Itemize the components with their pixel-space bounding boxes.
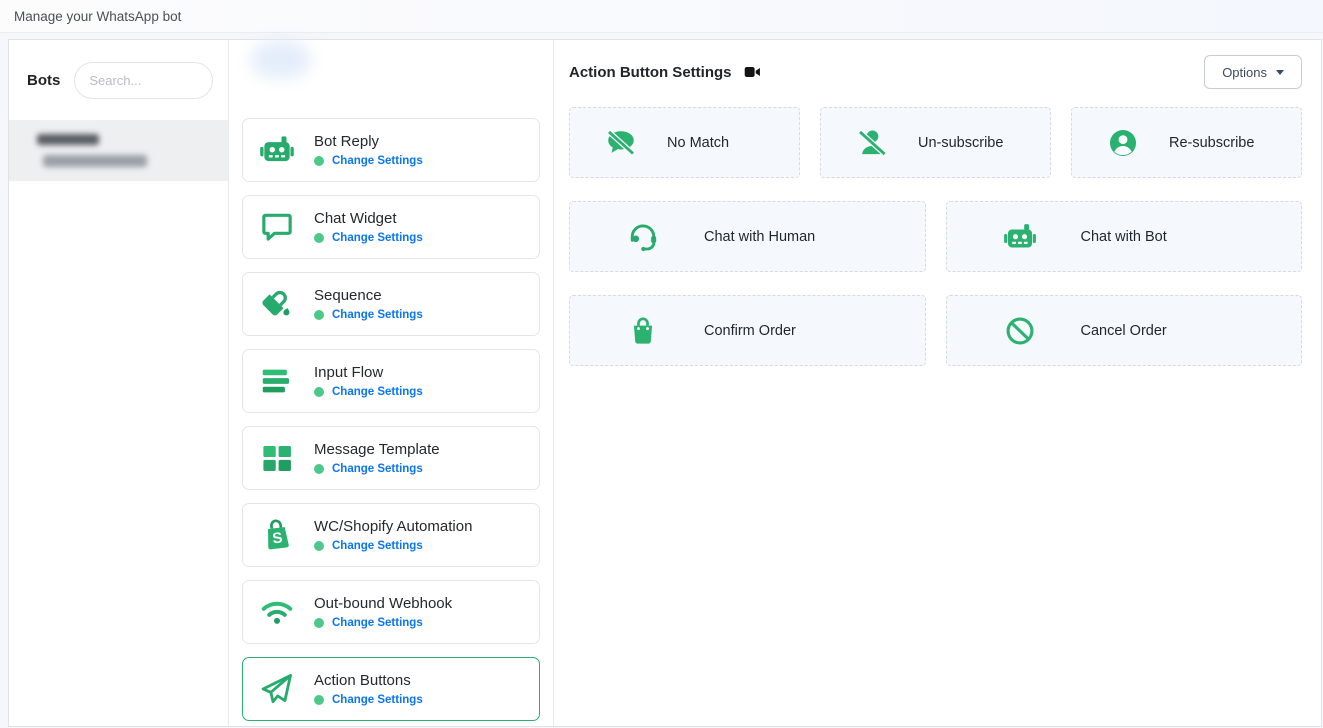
module-card-message-template[interactable]: Message Template Change Settings: [242, 426, 540, 490]
status-dot: [314, 156, 324, 166]
module-card-outbound-webhook[interactable]: Out-bound Webhook Change Settings: [242, 580, 540, 644]
module-card-bot-reply[interactable]: Bot Reply Change Settings: [242, 118, 540, 182]
action-label: Re-subscribe: [1169, 135, 1254, 151]
video-camera-icon[interactable]: [744, 65, 761, 79]
change-settings-link[interactable]: Change Settings: [332, 232, 423, 244]
robot-icon: [1002, 219, 1038, 255]
user-circle-icon: [1105, 125, 1141, 161]
action-card-unsubscribe[interactable]: Un-subscribe: [820, 107, 1051, 178]
module-title: Bot Reply: [314, 133, 423, 150]
status-dot: [314, 233, 324, 243]
top-bar: Manage your WhatsApp bot: [0, 0, 1323, 33]
module-card-input-flow[interactable]: Input Flow Change Settings: [242, 349, 540, 413]
redacted-blob: [251, 40, 311, 78]
module-title: Input Flow: [314, 364, 423, 381]
action-card-chat-with-bot[interactable]: Chat with Bot: [946, 201, 1303, 272]
module-title: Out-bound Webhook: [314, 595, 452, 612]
wifi-icon: [257, 592, 297, 632]
comment-slash-icon: [603, 125, 639, 161]
redacted-bot-phone: [43, 155, 147, 167]
panel-header: Action Button Settings Options: [569, 54, 1302, 90]
action-card-no-match[interactable]: No Match: [569, 107, 800, 178]
headset-icon: [625, 219, 661, 255]
shopify-bag-icon: S: [257, 515, 297, 555]
action-button-settings-panel: Action Button Settings Options No Match: [554, 40, 1321, 726]
paper-plane-icon: [257, 669, 297, 709]
action-label: Cancel Order: [1081, 323, 1167, 339]
status-dot: [314, 541, 324, 551]
change-settings-link[interactable]: Change Settings: [332, 155, 423, 167]
status-dot: [314, 387, 324, 397]
action-buttons-grid: No Match Un-subscribe Re-subscribe: [569, 107, 1302, 366]
shopping-bag-icon: [625, 313, 661, 349]
change-settings-link[interactable]: Change Settings: [332, 386, 423, 398]
module-title: WC/Shopify Automation: [314, 518, 472, 535]
selected-bot-item[interactable]: [9, 121, 228, 181]
robot-icon: [257, 130, 297, 170]
main-panel: Bots Bot Reply Change Settings: [8, 39, 1322, 727]
ban-icon: [1002, 313, 1038, 349]
svg-text:S: S: [271, 529, 283, 547]
status-dot: [314, 464, 324, 474]
options-button[interactable]: Options: [1204, 55, 1302, 89]
status-dot: [314, 618, 324, 628]
action-label: Chat with Human: [704, 229, 815, 245]
chevron-down-icon: [1276, 70, 1284, 75]
module-card-chat-widget[interactable]: Chat Widget Change Settings: [242, 195, 540, 259]
action-label: No Match: [667, 135, 729, 151]
change-settings-link[interactable]: Change Settings: [332, 617, 423, 629]
action-card-resubscribe[interactable]: Re-subscribe: [1071, 107, 1302, 178]
module-card-action-buttons[interactable]: Action Buttons Change Settings: [242, 657, 540, 721]
status-dot: [314, 695, 324, 705]
module-card-shopify-automation[interactable]: S WC/Shopify Automation Change Settings: [242, 503, 540, 567]
change-settings-link[interactable]: Change Settings: [332, 694, 423, 706]
module-title: Sequence: [314, 287, 423, 304]
redacted-bot-name: [37, 134, 99, 145]
change-settings-link[interactable]: Change Settings: [332, 463, 423, 475]
bots-heading: Bots: [27, 72, 60, 89]
action-label: Un-subscribe: [918, 135, 1003, 151]
grid-icon: [257, 438, 297, 478]
action-label: Chat with Bot: [1081, 229, 1167, 245]
change-settings-link[interactable]: Change Settings: [332, 540, 423, 552]
bot-search-input[interactable]: [74, 62, 213, 99]
module-title: Chat Widget: [314, 210, 423, 227]
status-dot: [314, 310, 324, 320]
chat-bubble-icon: [257, 207, 297, 247]
modules-column: Bot Reply Change Settings Chat Widget Ch…: [229, 40, 554, 726]
change-settings-link[interactable]: Change Settings: [332, 309, 423, 321]
user-slash-icon: [854, 125, 890, 161]
page-title: Manage your WhatsApp bot: [14, 9, 181, 24]
action-card-cancel-order[interactable]: Cancel Order: [946, 295, 1303, 366]
bots-sidebar: Bots: [9, 40, 229, 726]
action-card-confirm-order[interactable]: Confirm Order: [569, 295, 926, 366]
panel-title: Action Button Settings: [569, 64, 731, 81]
sidebar-header: Bots: [9, 40, 228, 121]
action-card-chat-with-human[interactable]: Chat with Human: [569, 201, 926, 272]
bars-icon: [257, 361, 297, 401]
fill-drip-icon: [257, 284, 297, 324]
module-title: Message Template: [314, 441, 440, 458]
action-label: Confirm Order: [704, 323, 796, 339]
module-title: Action Buttons: [314, 672, 423, 689]
module-card-sequence[interactable]: Sequence Change Settings: [242, 272, 540, 336]
